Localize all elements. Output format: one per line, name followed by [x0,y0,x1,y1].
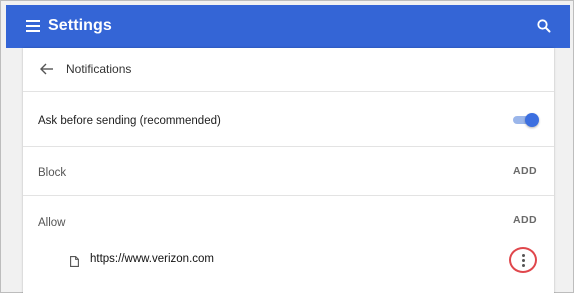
row-divider [23,146,554,147]
block-section-label: Block [38,167,67,179]
header-divider [23,91,554,92]
ask-before-sending-toggle[interactable] [513,113,539,127]
arrow-back-icon[interactable] [39,62,55,76]
settings-card: Notifications Ask before sending (recomm… [23,48,554,293]
app-title: Settings [48,17,112,34]
ask-before-sending-label: Ask before sending (recommended) [38,115,221,127]
toggle-thumb [525,113,539,127]
screenshot-frame: Settings Notifications Ask before sendin… [0,0,574,293]
row-divider [23,195,554,196]
file-icon [70,254,79,267]
block-add-button[interactable]: ADD [513,165,537,177]
hamburger-menu-icon[interactable] [26,20,40,32]
allow-section-label: Allow [38,217,66,229]
more-vert-icon[interactable] [509,247,537,273]
app-bar: Settings [6,5,570,48]
page-title: Notifications [66,62,132,76]
search-icon[interactable] [536,18,552,34]
allow-add-button[interactable]: ADD [513,214,537,226]
allowed-site-url[interactable]: https://www.verizon.com [90,253,214,265]
